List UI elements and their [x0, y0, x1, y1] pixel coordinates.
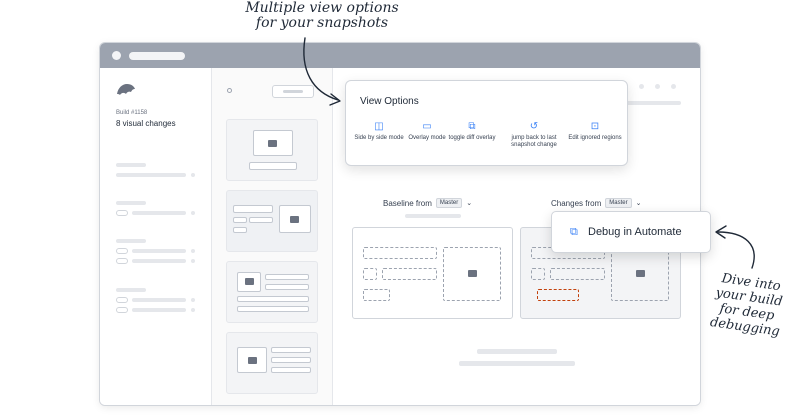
- view-option-label: jump back to last snapshot change: [511, 135, 557, 148]
- snapshot-thumbnail[interactable]: [226, 261, 318, 323]
- baseline-snapshot-panel[interactable]: [352, 227, 513, 319]
- thumbnail-frame: [249, 162, 297, 170]
- logo-icon: [117, 84, 135, 95]
- region-outline: [363, 289, 390, 301]
- filter-toggle[interactable]: [116, 258, 128, 264]
- changes-branch-chip[interactable]: Master: [605, 198, 632, 208]
- placeholder-bar: [132, 298, 186, 302]
- jump-to-last-change-button[interactable]: ↺ jump back to last snapshot change: [504, 121, 564, 149]
- thumbnail-frame: [233, 205, 273, 213]
- changes-selector[interactable]: Changes from Master ⌄: [551, 198, 641, 208]
- placeholder-bar: [459, 361, 575, 366]
- external-link-icon: ⧉: [570, 226, 578, 238]
- view-option-label: Edit ignored regions: [568, 135, 622, 141]
- snapshot-list: [212, 68, 333, 405]
- image-icon: [248, 357, 257, 364]
- region-outline: [363, 268, 377, 280]
- history-icon: ↺: [529, 121, 539, 132]
- toggle-diff-button[interactable]: ⧉ toggle diff overlay: [445, 121, 499, 142]
- annotation-view-options: Multiple view options for your snapshots: [245, 0, 399, 31]
- placeholder-bar: [132, 308, 186, 312]
- toolbar-dot[interactable]: [639, 84, 644, 89]
- thumbnail-frame: [265, 284, 309, 290]
- thumbnail-frame: [233, 217, 247, 223]
- thumbnail-frame: [233, 227, 247, 233]
- chevron-down-icon[interactable]: ⌄: [466, 199, 472, 207]
- filter-toggle[interactable]: [116, 297, 128, 303]
- diff-toggle-icon: ⧉: [468, 121, 476, 132]
- baseline-selector[interactable]: Baseline from Master ⌄: [383, 198, 472, 208]
- search-icon[interactable]: [227, 88, 232, 93]
- build-number: Build #1158: [116, 110, 148, 116]
- side-by-side-icon: ◫: [374, 121, 384, 132]
- image-icon: [636, 270, 645, 277]
- baseline-label: Baseline from: [383, 198, 432, 208]
- arrow-head: [715, 225, 727, 239]
- snapshot-thumbnail[interactable]: [226, 190, 318, 252]
- region-outline: [550, 268, 605, 280]
- placeholder-bar: [405, 214, 461, 218]
- view-options-popover: View Options ◫ Side by side mode ▭ Overl…: [345, 80, 628, 166]
- thumbnail-frame: [237, 306, 309, 312]
- filter-toggle[interactable]: [116, 210, 128, 216]
- region-outline: [363, 247, 437, 259]
- changes-label: Changes from: [551, 198, 602, 208]
- toolbar-dot[interactable]: [655, 84, 660, 89]
- snapshot-thumbnail[interactable]: [226, 119, 318, 181]
- placeholder-dot: [191, 259, 195, 263]
- image-icon: [468, 270, 477, 277]
- side-by-side-button[interactable]: ◫ Side by side mode: [352, 121, 406, 142]
- placeholder-bar: [477, 349, 557, 354]
- ignored-regions-icon: ⊡: [590, 121, 600, 132]
- region-outline: [531, 268, 545, 280]
- placeholder-bar: [116, 201, 146, 205]
- filter-toggle[interactable]: [116, 307, 128, 313]
- snapshot-thumbnail[interactable]: [226, 332, 318, 394]
- image-icon: [245, 278, 254, 285]
- placeholder-bar: [132, 211, 186, 215]
- thumbnail-frame: [271, 357, 311, 363]
- placeholder-bar: [132, 259, 186, 263]
- visual-changes-count: 8 visual changes: [116, 119, 176, 128]
- view-options-title: View Options: [360, 96, 419, 107]
- placeholder-dot: [191, 249, 195, 253]
- view-option-label: Overlay mode: [408, 135, 446, 141]
- debug-in-automate-button[interactable]: ⧉ Debug in Automate: [551, 211, 711, 253]
- window-titlebar: [100, 43, 700, 68]
- thumbnail-frame: [265, 274, 309, 280]
- placeholder-bar: [132, 249, 186, 253]
- overlay-icon: ▭: [422, 121, 432, 132]
- view-option-label: Side by side mode: [354, 135, 404, 141]
- baseline-branch-chip[interactable]: Master: [435, 198, 463, 208]
- placeholder-bar: [623, 101, 681, 105]
- view-option-label: toggle diff overlay: [448, 135, 496, 141]
- list-filter-button[interactable]: [272, 85, 314, 98]
- image-icon: [268, 140, 277, 147]
- window-dot[interactable]: [112, 51, 121, 60]
- placeholder-bar: [116, 288, 146, 292]
- thumbnail-frame: [237, 296, 309, 302]
- placeholder-bar: [116, 163, 146, 167]
- arrow-to-debug: [717, 231, 755, 269]
- changed-region-outline[interactable]: [537, 289, 579, 301]
- toolbar-dot[interactable]: [671, 84, 676, 89]
- window-title-placeholder: [129, 51, 185, 60]
- debug-label: Debug in Automate: [588, 226, 682, 238]
- placeholder-bar: [116, 173, 186, 177]
- placeholder-dot: [191, 308, 195, 312]
- build-sidebar: Build #1158 8 visual changes: [100, 68, 212, 405]
- edit-ignored-regions-button[interactable]: ⊡ Edit ignored regions: [568, 121, 622, 142]
- placeholder-dot: [191, 211, 195, 215]
- thumbnail-frame: [271, 367, 311, 373]
- image-icon: [290, 216, 299, 223]
- placeholder-dot: [191, 298, 195, 302]
- annotation-debug: Dive into your build for deep debugging: [709, 271, 784, 340]
- thumbnail-frame: [249, 217, 273, 223]
- thumbnail-frame: [271, 347, 311, 353]
- placeholder-bar: [116, 239, 146, 243]
- region-outline: [382, 268, 437, 280]
- filter-toggle[interactable]: [116, 248, 128, 254]
- chevron-down-icon[interactable]: ⌄: [636, 199, 642, 207]
- placeholder-dot: [191, 173, 195, 177]
